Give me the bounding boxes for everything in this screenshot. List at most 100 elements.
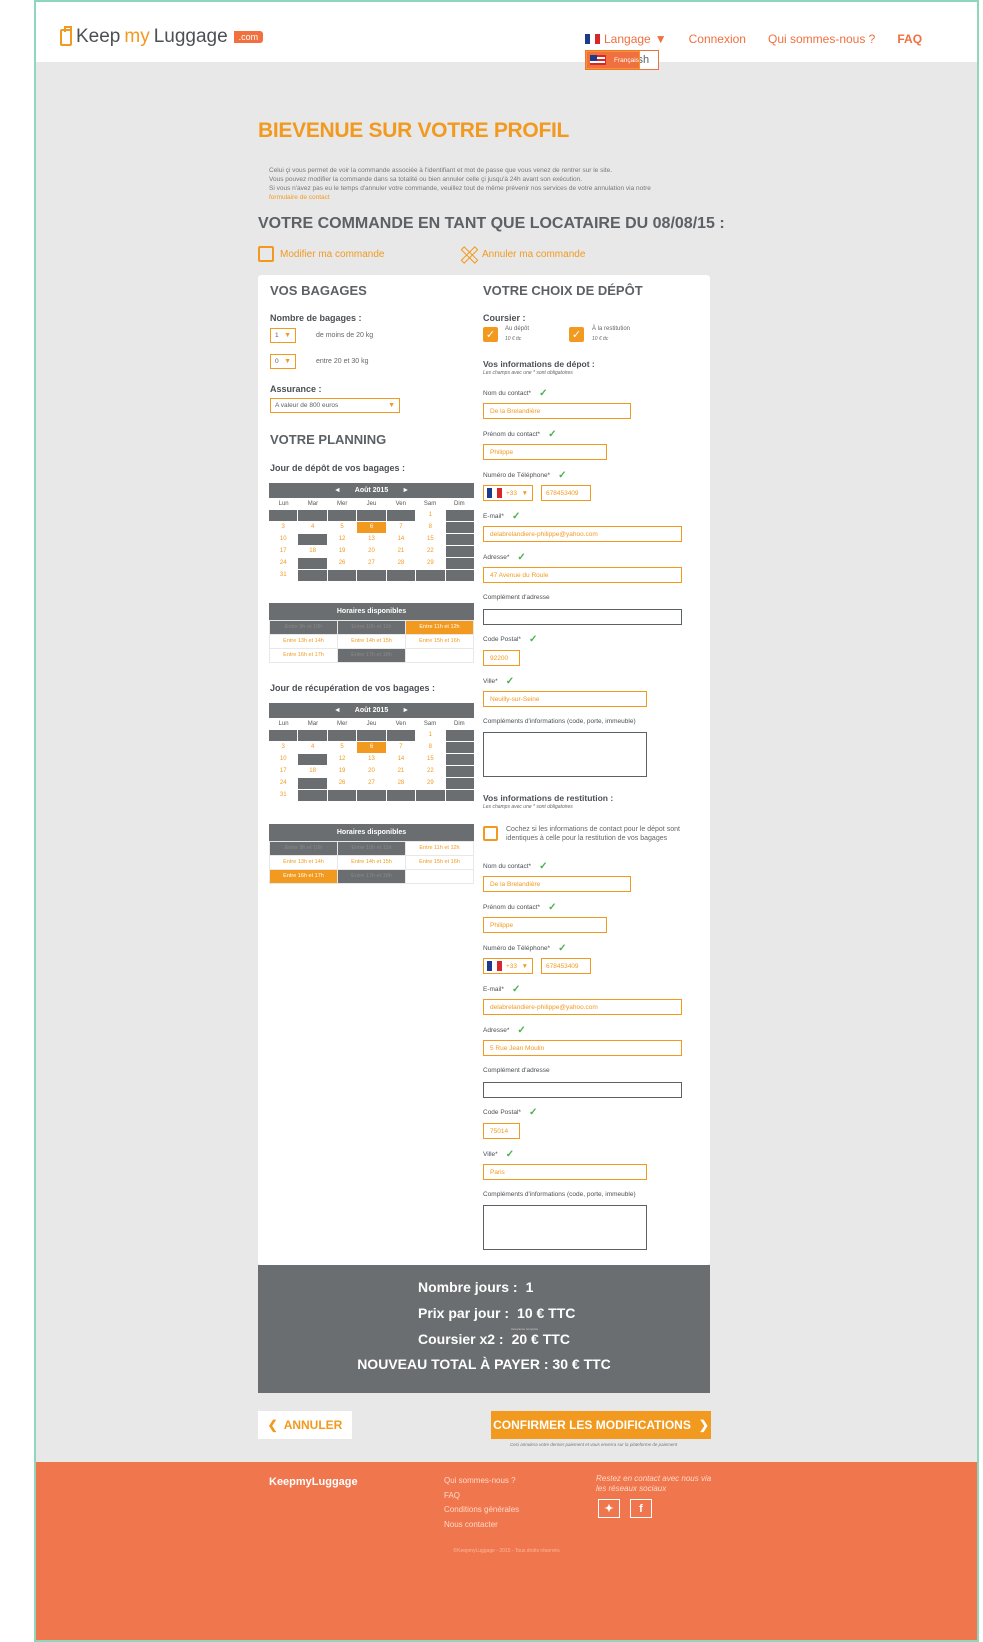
hour-slot[interactable]: Entre 15h et 16h bbox=[406, 856, 473, 869]
calendar-day[interactable]: 3 bbox=[269, 742, 298, 753]
restitution-contact-first-input[interactable]: Philippe bbox=[483, 917, 607, 933]
email-input[interactable]: delabrelandiere-philippe@yahoo.com bbox=[483, 526, 682, 542]
hour-slot[interactable]: Entre 11h et 12h bbox=[406, 842, 473, 855]
country-code-select[interactable]: +33 ▼ bbox=[483, 485, 533, 501]
restitution-zip-input[interactable]: 75014 bbox=[483, 1123, 520, 1139]
footer-link-faq[interactable]: FAQ bbox=[444, 1489, 519, 1504]
hour-slot[interactable]: Entre 14h et 15h bbox=[338, 856, 405, 869]
restitution-contact-name-input[interactable]: De la Brelandière bbox=[483, 876, 631, 892]
calendar-day[interactable]: 26 bbox=[327, 558, 357, 569]
calendar-day[interactable]: 14 bbox=[386, 754, 416, 765]
calendar-day[interactable]: 20 bbox=[357, 546, 386, 557]
restitution-extra-textarea[interactable] bbox=[483, 1205, 647, 1250]
calendar-day[interactable]: 31 bbox=[269, 790, 298, 801]
same-info-checkbox[interactable] bbox=[483, 826, 498, 841]
prev-month-arrow[interactable]: ◄ bbox=[334, 487, 341, 494]
calendar-day[interactable]: 28 bbox=[386, 778, 416, 789]
calendar-day[interactable]: 4 bbox=[298, 742, 327, 753]
calendar-day[interactable]: 8 bbox=[416, 742, 445, 753]
calendar-day[interactable]: 3 bbox=[269, 522, 298, 533]
footer-link-contact[interactable]: Nous contacter bbox=[444, 1518, 519, 1533]
modify-order-button[interactable]: Modifier ma commande bbox=[258, 246, 384, 262]
calendar-day[interactable]: 13 bbox=[357, 754, 386, 765]
calendar-day[interactable]: 15 bbox=[416, 754, 445, 765]
contact-first-input[interactable]: Philippe bbox=[483, 444, 607, 460]
calendar-day[interactable]: 29 bbox=[416, 778, 445, 789]
language-dropdown[interactable]: Langage ▼ bbox=[585, 32, 667, 46]
calendar-day[interactable]: 17 bbox=[269, 546, 298, 557]
calendar-day[interactable]: 5 bbox=[327, 742, 357, 753]
address-input[interactable]: 47 Avenue du Roule bbox=[483, 567, 682, 583]
hour-slot[interactable]: Entre 13h et 14h bbox=[270, 635, 337, 648]
zip-input[interactable]: 92200 bbox=[483, 650, 520, 666]
calendar-day[interactable]: 22 bbox=[416, 546, 445, 557]
next-month-arrow[interactable]: ► bbox=[402, 487, 409, 494]
nav-about[interactable]: Qui sommes-nous ? bbox=[768, 32, 875, 46]
calendar-day[interactable]: 24 bbox=[269, 778, 298, 789]
calendar-day[interactable]: 18 bbox=[298, 546, 327, 557]
calendar-day[interactable]: 14 bbox=[386, 534, 416, 545]
restitution-address-input[interactable]: 5 Rue Jean Moulin bbox=[483, 1040, 682, 1056]
calendar-day[interactable]: 17 bbox=[269, 766, 298, 777]
calendar-day[interactable]: 21 bbox=[386, 766, 416, 777]
country-code-select[interactable]: +33 ▼ bbox=[483, 958, 533, 974]
insurance-select[interactable]: A valeur de 800 euros ▼ bbox=[270, 398, 400, 413]
cancel-order-button[interactable]: Annuler ma commande bbox=[460, 246, 585, 262]
footer-link-terms[interactable]: Conditions générales bbox=[444, 1503, 519, 1518]
cancel-button[interactable]: ❮ ANNULER bbox=[258, 1411, 352, 1439]
phone-input[interactable]: 678453409 bbox=[541, 485, 591, 501]
hour-slot[interactable]: Entre 11h et 12h bbox=[406, 621, 473, 634]
hour-slot[interactable]: Entre 14h et 15h bbox=[338, 635, 405, 648]
courier-depot-checkbox[interactable]: ✓ bbox=[483, 327, 498, 342]
restitution-city-input[interactable]: Paris bbox=[483, 1164, 647, 1180]
prev-month-arrow[interactable]: ◄ bbox=[334, 707, 341, 714]
restitution-address2-input[interactable] bbox=[483, 1082, 682, 1098]
city-input[interactable]: Neuilly-sur-Seine bbox=[483, 691, 647, 707]
restitution-phone-input[interactable]: 678453409 bbox=[541, 958, 591, 974]
calendar-day[interactable]: 8 bbox=[416, 522, 445, 533]
calendar-day[interactable]: 7 bbox=[386, 522, 416, 533]
calendar-day[interactable]: 22 bbox=[416, 766, 445, 777]
nav-login[interactable]: Connexion bbox=[689, 32, 746, 46]
calendar-day[interactable]: 20 bbox=[357, 766, 386, 777]
nav-faq[interactable]: FAQ bbox=[897, 32, 922, 46]
calendar-day[interactable]: 18 bbox=[298, 766, 327, 777]
next-month-arrow[interactable]: ► bbox=[402, 707, 409, 714]
contact-form-link[interactable]: formulaire de contact bbox=[269, 193, 729, 202]
calendar-day[interactable]: 29 bbox=[416, 558, 445, 569]
hour-slot[interactable]: Entre 15h et 16h bbox=[406, 635, 473, 648]
hour-slot[interactable]: Entre 16h et 17h bbox=[270, 649, 337, 662]
facebook-icon[interactable]: f bbox=[630, 1499, 652, 1518]
calendar-day[interactable]: 6 bbox=[357, 522, 386, 533]
calendar-day[interactable]: 26 bbox=[327, 778, 357, 789]
twitter-icon[interactable]: ✦ bbox=[598, 1499, 620, 1518]
bag-count-select-light[interactable]: 1 ▼ bbox=[270, 328, 296, 343]
calendar-day[interactable]: 10 bbox=[269, 534, 298, 545]
calendar-day[interactable]: 31 bbox=[269, 570, 298, 581]
calendar-day[interactable]: 27 bbox=[357, 558, 386, 569]
calendar-day[interactable]: 4 bbox=[298, 522, 327, 533]
calendar-day[interactable]: 13 bbox=[357, 534, 386, 545]
hour-slot[interactable]: Entre 16h et 17h bbox=[270, 870, 337, 883]
confirm-button[interactable]: CONFIRMER LES MODIFICATIONS ❯ bbox=[491, 1411, 711, 1439]
calendar-day[interactable]: 1 bbox=[416, 510, 445, 521]
calendar-day[interactable]: 28 bbox=[386, 558, 416, 569]
calendar-day[interactable]: 12 bbox=[327, 754, 357, 765]
calendar-day[interactable]: 12 bbox=[327, 534, 357, 545]
contact-name-input[interactable]: De la Brelandière bbox=[483, 403, 631, 419]
calendar-day[interactable]: 7 bbox=[386, 742, 416, 753]
calendar-day[interactable]: 5 bbox=[327, 522, 357, 533]
footer-link-about[interactable]: Qui sommes-nous ? bbox=[444, 1474, 519, 1489]
calendar-day[interactable]: 27 bbox=[357, 778, 386, 789]
bag-count-select-heavy[interactable]: 0 ▼ bbox=[270, 354, 296, 369]
extra-info-textarea[interactable] bbox=[483, 732, 647, 777]
restitution-email-input[interactable]: delabrelandiere-philippe@yahoo.com bbox=[483, 999, 682, 1015]
logo[interactable]: Keep my Luggage .com bbox=[60, 25, 264, 48]
calendar-day[interactable]: 10 bbox=[269, 754, 298, 765]
calendar-day[interactable]: 19 bbox=[327, 546, 357, 557]
calendar-day[interactable]: 24 bbox=[269, 558, 298, 569]
calendar-day[interactable]: 21 bbox=[386, 546, 416, 557]
address2-input[interactable] bbox=[483, 609, 682, 625]
hour-slot[interactable]: Entre 13h et 14h bbox=[270, 856, 337, 869]
calendar-day[interactable]: 1 bbox=[416, 730, 445, 741]
